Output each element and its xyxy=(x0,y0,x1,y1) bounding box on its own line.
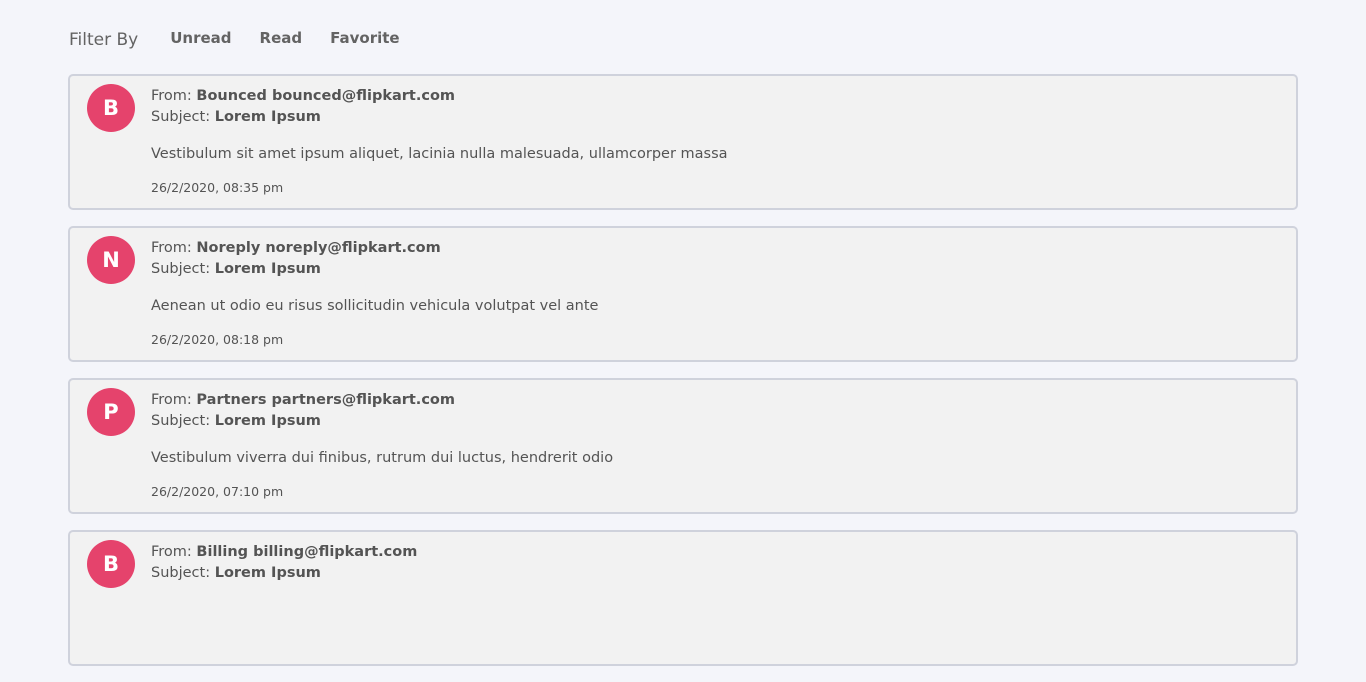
email-info: From: Bounced bounced@flipkart.com Subje… xyxy=(151,86,1276,195)
avatar: P xyxy=(87,388,135,436)
from-label: From: xyxy=(151,240,197,256)
email-list: B From: Bounced bounced@flipkart.com Sub… xyxy=(68,74,1298,682)
from-value: Billing billing@flipkart.com xyxy=(196,544,418,560)
email-timestamp: 26/2/2020, 07:10 pm xyxy=(151,484,284,499)
email-card[interactable]: P From: Partners partners@flipkart.com S… xyxy=(68,378,1298,514)
email-from: From: Bounced bounced@flipkart.com xyxy=(151,86,1276,107)
from-value: Partners partners@flipkart.com xyxy=(196,392,455,408)
email-info: From: Billing billing@flipkart.com Subje… xyxy=(151,542,1276,584)
email-subject: Subject: Lorem Ipsum xyxy=(151,107,1276,128)
email-card[interactable]: B From: Billing billing@flipkart.com Sub… xyxy=(68,530,1298,666)
subject-label: Subject: xyxy=(151,261,215,277)
email-preview: Vestibulum viverra dui finibus, rutrum d… xyxy=(151,450,614,466)
subject-value: Lorem Ipsum xyxy=(214,413,321,429)
avatar: B xyxy=(87,84,135,132)
email-from: From: Partners partners@flipkart.com xyxy=(151,390,1276,411)
filter-favorite-button[interactable]: Favorite xyxy=(316,29,413,47)
avatar: N xyxy=(87,236,135,284)
from-value: Bounced bounced@flipkart.com xyxy=(196,88,456,104)
filter-bar: Filter By Unread Read Favorite xyxy=(69,26,414,50)
email-preview: Aenean ut odio eu risus sollicitudin veh… xyxy=(151,298,599,314)
subject-value: Lorem Ipsum xyxy=(214,109,321,125)
subject-value: Lorem Ipsum xyxy=(214,261,321,277)
email-timestamp: 26/2/2020, 08:35 pm xyxy=(151,180,284,195)
email-timestamp: 26/2/2020, 08:18 pm xyxy=(151,332,284,347)
from-label: From: xyxy=(151,88,197,104)
email-from: From: Noreply noreply@flipkart.com xyxy=(151,238,1276,259)
filter-unread-button[interactable]: Unread xyxy=(156,29,245,47)
avatar: B xyxy=(87,540,135,588)
subject-label: Subject: xyxy=(151,565,215,581)
email-card[interactable]: B From: Bounced bounced@flipkart.com Sub… xyxy=(68,74,1298,210)
subject-value: Lorem Ipsum xyxy=(214,565,321,581)
from-label: From: xyxy=(151,392,197,408)
email-from: From: Billing billing@flipkart.com xyxy=(151,542,1276,563)
filter-read-button[interactable]: Read xyxy=(246,29,317,47)
email-subject: Subject: Lorem Ipsum xyxy=(151,259,1276,280)
email-info: From: Partners partners@flipkart.com Sub… xyxy=(151,390,1276,499)
subject-label: Subject: xyxy=(151,109,215,125)
email-subject: Subject: Lorem Ipsum xyxy=(151,411,1276,432)
email-subject: Subject: Lorem Ipsum xyxy=(151,563,1276,584)
subject-label: Subject: xyxy=(151,413,215,429)
email-info: From: Noreply noreply@flipkart.com Subje… xyxy=(151,238,1276,347)
email-preview: Vestibulum sit amet ipsum aliquet, lacin… xyxy=(151,146,728,162)
email-card[interactable]: N From: Noreply noreply@flipkart.com Sub… xyxy=(68,226,1298,362)
from-value: Noreply noreply@flipkart.com xyxy=(196,240,441,256)
from-label: From: xyxy=(151,544,197,560)
filter-label: Filter By xyxy=(69,30,139,50)
